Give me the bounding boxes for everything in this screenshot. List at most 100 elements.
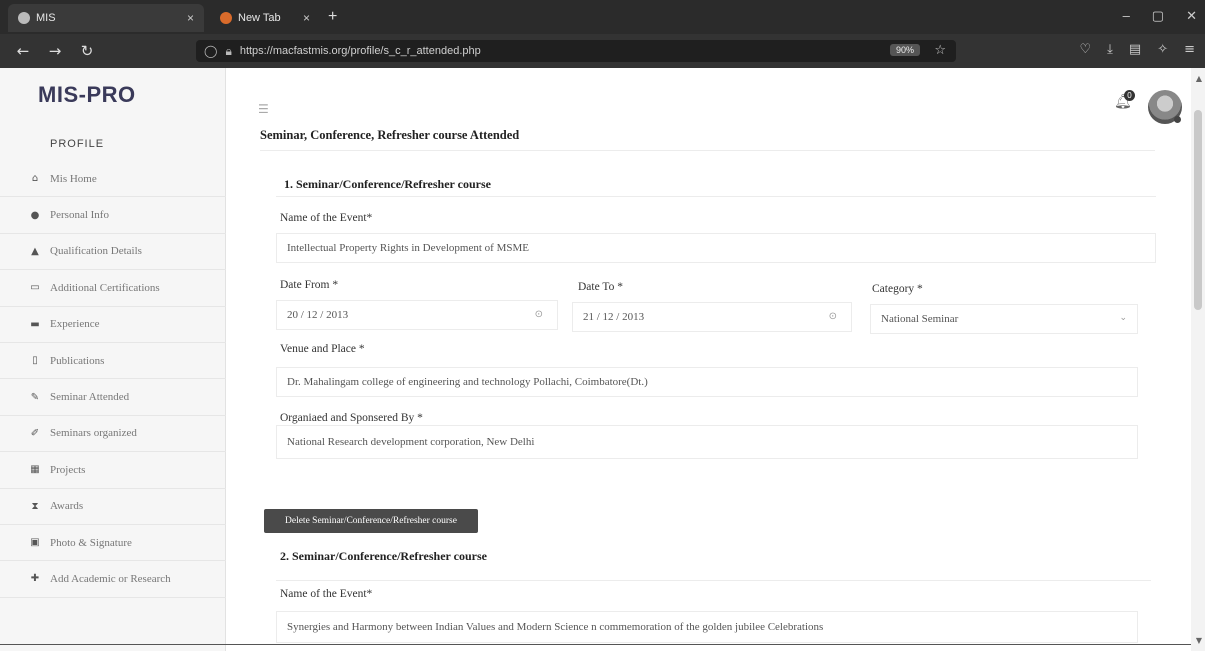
sidebar-item-label: Add Academic or Research [50, 572, 171, 585]
entry-2-heading: 2. Seminar/Conference/Refresher course [280, 549, 487, 563]
scroll-up-icon[interactable]: ▲ [1196, 74, 1202, 83]
sidebar: MIS-PRO PROFILE ⌂ Mis Home ● Personal Info… [0, 68, 226, 651]
venue-label: Venue and Place * [280, 343, 365, 355]
hamburger-menu-icon[interactable]: ☰ [258, 102, 269, 116]
sidebar-item-qualification[interactable]: ▲ Qualification Details [0, 234, 226, 271]
pencil-icon: ✐ [30, 427, 40, 439]
url-text: https://macfastmis.org/profile/s_c_r_att… [239, 45, 481, 57]
window-controls: – ▢ ✕ [1123, 8, 1197, 24]
date-to-input[interactable]: 21 / 12 / 2013 ⊙ [572, 302, 852, 332]
pin-icon: ✎ [30, 391, 40, 403]
sidebar-item-add-academic[interactable]: ✚ Add Academic or Research [0, 561, 226, 598]
notification-badge: 0 [1124, 90, 1135, 101]
entry-1-divider [276, 196, 1156, 197]
sidebar-item-projects[interactable]: ▦ Projects [0, 452, 226, 489]
venue-input[interactable]: Dr. Mahalingam college of engineering an… [276, 367, 1138, 397]
address-bar[interactable]: ◯ 🔒︎ https://macfastmis.org/profile/s_c_… [196, 40, 956, 62]
tab-new-tab[interactable]: New Tab × [210, 4, 320, 32]
close-window-icon[interactable]: ✕ [1186, 8, 1197, 24]
sidebar-item-label: Publications [50, 354, 105, 367]
pocket-icon[interactable]: ♡ [1079, 42, 1091, 57]
close-tab-icon[interactable]: × [303, 11, 310, 25]
projects-icon: ▦ [30, 464, 40, 476]
sidebar-item-label: Projects [50, 463, 86, 476]
tab-mis[interactable]: MIS × [8, 4, 204, 32]
library-icon[interactable]: ▤ [1129, 42, 1141, 57]
browser-toolbar: ← → ↻ ◯ 🔒︎ https://macfastmis.org/profil… [0, 34, 1205, 68]
title-divider [260, 150, 1155, 151]
scroll-down-icon[interactable]: ▼ [1196, 636, 1202, 645]
sidebar-item-seminars-organized[interactable]: ✐ Seminars organized [0, 416, 226, 453]
new-tab-button[interactable]: + [328, 8, 337, 26]
tab-label: New Tab [238, 12, 281, 24]
date-to-label: Date To * [578, 281, 623, 293]
sidebar-item-label: Experience [50, 318, 100, 331]
toolbar-actions: ♡ ⤓ ▤ ✧ ≡ [1079, 42, 1195, 57]
sidebar-item-label: Photo & Signature [50, 536, 132, 549]
sidebar-heading: PROFILE [50, 138, 105, 150]
back-button[interactable]: ← [14, 42, 32, 60]
date-from-label: Date From * [280, 279, 339, 291]
calendar-icon[interactable]: ⊙ [829, 311, 837, 322]
app-logo[interactable]: MIS-PRO [38, 82, 136, 108]
sidebar-item-personal-info[interactable]: ● Personal Info [0, 197, 226, 234]
user-icon: ● [30, 209, 40, 221]
sidebar-item-label: Awards [50, 500, 84, 513]
site-favicon-icon [18, 12, 30, 24]
maximize-icon[interactable]: ▢ [1152, 8, 1164, 24]
date-to-value: 21 / 12 / 2013 [583, 311, 645, 323]
sidebar-item-label: Personal Info [50, 209, 109, 222]
graduation-cap-icon: ▲ [31, 245, 39, 257]
sidebar-item-awards[interactable]: ⧗ Awards [0, 489, 226, 525]
zoom-level[interactable]: 90% [889, 44, 920, 56]
sidebar-nav: ⌂ Mis Home ● Personal Info ▲ Qualification … [0, 161, 226, 598]
event-name-input[interactable]: Synergies and Harmony between Indian Val… [276, 611, 1138, 643]
sidebar-item-seminar-attended[interactable]: ✎ Seminar Attended [0, 379, 226, 416]
bookmark-star-icon[interactable]: ☆ [934, 42, 946, 58]
close-tab-icon[interactable]: × [187, 11, 194, 25]
trophy-icon: ⧗ [31, 500, 39, 512]
reload-button[interactable]: ↻ [78, 42, 96, 60]
forward-button[interactable]: → [46, 42, 64, 60]
category-select[interactable]: National Seminar ⌄ [870, 304, 1138, 334]
chevron-down-icon: ⌄ [1119, 313, 1127, 323]
sidebar-item-mis-home[interactable]: ⌂ Mis Home [0, 161, 226, 198]
scrollbar-thumb[interactable] [1194, 110, 1202, 310]
extensions-icon[interactable]: ✧ [1157, 42, 1168, 57]
entry-1-heading: 1. Seminar/Conference/Refresher course [284, 177, 491, 191]
main-content: ☰ 🔔︎ 0 Seminar, Conference, Refresher co… [226, 68, 1191, 651]
entry-2-divider [276, 580, 1151, 581]
calendar-icon[interactable]: ⊙ [535, 309, 543, 320]
date-from-value: 20 / 12 / 2013 [287, 309, 349, 321]
tab-label: MIS [36, 12, 56, 24]
organised-input[interactable]: National Research development corporatio… [276, 425, 1138, 459]
online-status-dot [1174, 116, 1181, 123]
sidebar-item-certifications[interactable]: ▭ Additional Certifications [0, 270, 226, 307]
event-name-input[interactable]: Intellectual Property Rights in Developm… [276, 233, 1156, 263]
sidebar-item-label: Mis Home [50, 172, 97, 185]
page-title: Seminar, Conference, Refresher course At… [260, 128, 520, 142]
sidebar-item-label: Additional Certifications [50, 281, 160, 294]
organised-label: Organiaed and Sponsered By * [280, 412, 423, 424]
photo-icon: ▣ [30, 537, 40, 549]
document-icon: ▯ [32, 355, 38, 367]
category-label: Category * [872, 283, 923, 295]
sidebar-item-publications[interactable]: ▯ Publications [0, 343, 226, 380]
sidebar-item-photo-signature[interactable]: ▣ Photo & Signature [0, 525, 226, 562]
event-name-label: Name of the Event* [280, 212, 373, 224]
download-icon[interactable]: ⤓ [1107, 42, 1113, 57]
delete-seminar-button[interactable]: Delete Seminar/Conference/Refresher cour… [264, 509, 478, 533]
sidebar-item-label: Seminars organized [50, 427, 137, 440]
bottom-edge [0, 644, 1191, 645]
shield-icon[interactable]: ◯ [204, 44, 217, 58]
menu-icon[interactable]: ≡ [1184, 42, 1195, 57]
firefox-favicon-icon [220, 12, 232, 24]
home-icon: ⌂ [31, 173, 39, 185]
category-value: National Seminar [881, 313, 959, 325]
minimize-icon[interactable]: – [1123, 8, 1130, 24]
sidebar-item-experience[interactable]: ▬ Experience [0, 307, 226, 343]
sidebar-item-label: Qualification Details [50, 245, 142, 258]
lock-icon[interactable]: 🔒︎ [225, 44, 231, 59]
certificate-icon: ▭ [30, 282, 40, 294]
date-from-input[interactable]: 20 / 12 / 2013 ⊙ [276, 300, 558, 330]
